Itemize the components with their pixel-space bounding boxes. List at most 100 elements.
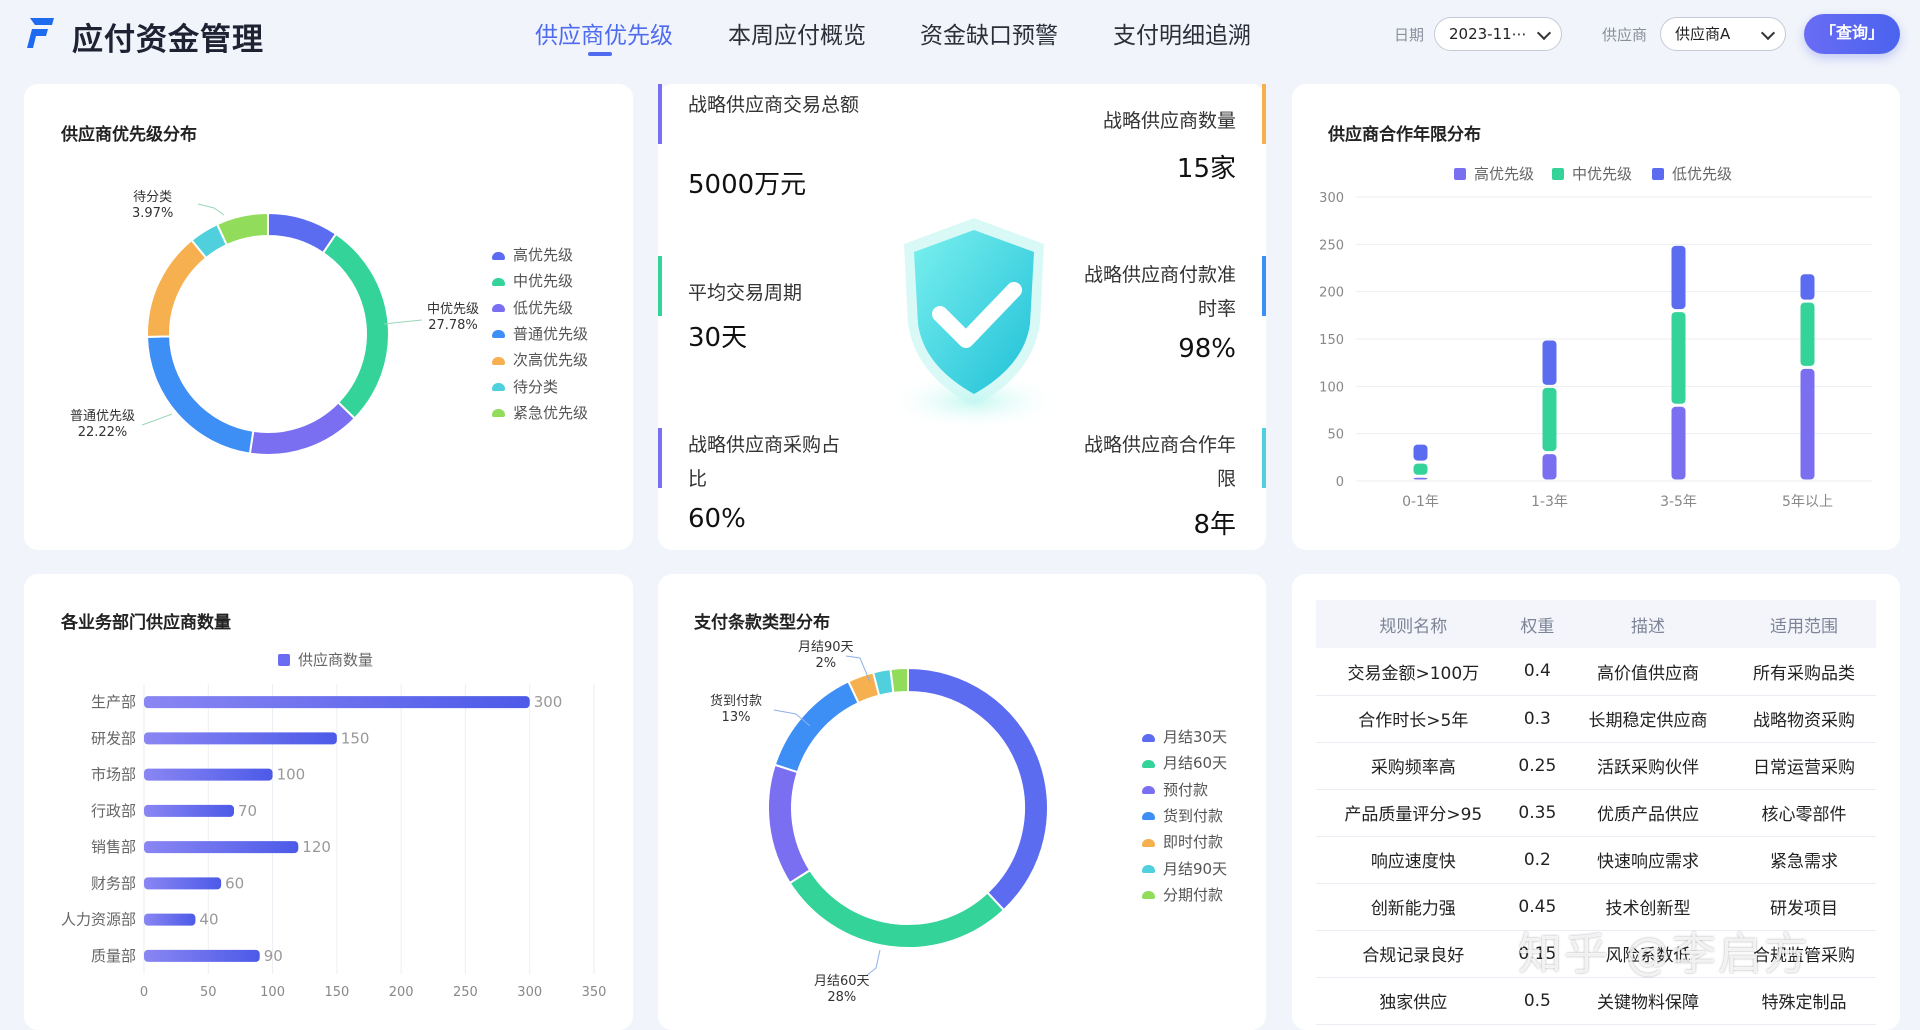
table-cell: 所有采购品类 bbox=[1732, 648, 1876, 696]
legend-item[interactable]: 月结60天 bbox=[1142, 752, 1227, 773]
bar-segment[interactable] bbox=[1800, 274, 1815, 300]
legend-swatch bbox=[1142, 865, 1155, 873]
table-row: 创新能力强 0.45 技术创新型 研发项目 bbox=[1316, 883, 1876, 931]
payment-terms-donut-chart bbox=[767, 655, 1049, 977]
bar[interactable] bbox=[144, 804, 234, 817]
slice-label-medium: 中优先级 27.78% bbox=[427, 302, 480, 333]
legend-item[interactable]: 分期付款 bbox=[1142, 884, 1223, 905]
legend-item[interactable]: 即时付款 bbox=[1142, 831, 1223, 852]
data-label: 120 bbox=[302, 838, 331, 856]
tab-funding-gap[interactable]: 资金缺口预警 bbox=[920, 16, 1058, 50]
y-tick-label: 150 bbox=[1319, 333, 1344, 348]
donut-slice[interactable] bbox=[907, 666, 1049, 912]
tab-payment-trace[interactable]: 支付明细追溯 bbox=[1113, 16, 1251, 50]
bar-segment[interactable] bbox=[1542, 454, 1557, 480]
bar-segment[interactable] bbox=[1671, 406, 1686, 480]
bar[interactable] bbox=[144, 949, 260, 962]
bar-segment[interactable] bbox=[1800, 302, 1815, 366]
donut-slice[interactable] bbox=[889, 666, 909, 695]
legend-item[interactable]: 月结30天 bbox=[1142, 726, 1227, 747]
date-select[interactable]: 2023-11⋯ bbox=[1434, 17, 1562, 51]
table-cell: 0.2 bbox=[1510, 836, 1565, 884]
tab-supplier-priority[interactable]: 供应商优先级 bbox=[535, 16, 673, 50]
legend-item[interactable]: 待分类 bbox=[492, 376, 558, 397]
table-cell: 0.25 bbox=[1510, 742, 1565, 790]
donut-slice[interactable] bbox=[773, 679, 860, 774]
legend-label: 中优先级 bbox=[513, 272, 574, 291]
legend-item[interactable]: 紧急优先级 bbox=[492, 402, 588, 423]
y-tick-label: 行政部 bbox=[91, 802, 136, 820]
bar-segment[interactable] bbox=[1413, 477, 1428, 480]
y-tick-label: 300 bbox=[1319, 191, 1344, 206]
bar-segment[interactable] bbox=[1542, 340, 1557, 385]
legend-item[interactable]: 低优先级 bbox=[492, 297, 573, 318]
y-tick-label: 销售部 bbox=[91, 838, 136, 856]
kpi-label-total: 战略供应商交易总额 bbox=[688, 94, 860, 116]
chevron-down-icon bbox=[1760, 25, 1776, 41]
donut-slice[interactable] bbox=[788, 868, 1006, 949]
table-cell: 战略物资采购 bbox=[1732, 695, 1876, 743]
kpi-label-count: 战略供应商数量 bbox=[1102, 110, 1236, 132]
bar[interactable] bbox=[144, 768, 273, 781]
table-cell: 快速响应需求 bbox=[1564, 836, 1732, 884]
app-logo-icon bbox=[27, 18, 54, 48]
dept-suppliers-card: 各业务部门供应商数量 0 50 100 150 200 250 300 350 生产部 300 研发… bbox=[24, 574, 633, 1030]
legend-swatch bbox=[492, 356, 505, 365]
legend-item[interactable]: 货到付款 bbox=[1142, 805, 1223, 826]
bar[interactable] bbox=[144, 913, 196, 926]
legend-label: 供应商数量 bbox=[298, 651, 373, 669]
bar[interactable] bbox=[144, 877, 222, 890]
bar-segment[interactable] bbox=[1671, 245, 1686, 310]
shield-check-icon bbox=[884, 218, 1064, 431]
bar[interactable] bbox=[144, 696, 530, 709]
table-row: 产品质量评分>95 0.35 优质产品供应 核心零部件 bbox=[1316, 789, 1876, 837]
tab-weekly-payables[interactable]: 本周应付概览 bbox=[728, 16, 866, 50]
slice-label-normal: 普通优先级 22.22% bbox=[70, 409, 136, 440]
bar-segment[interactable] bbox=[1542, 387, 1557, 452]
table-cell: 0.4 bbox=[1510, 648, 1565, 696]
priority-rules-table: 规则名称 权重 描述 适用范围 交易金额>100万 0.4 高价值供应商 所有采购品类… bbox=[1316, 600, 1876, 1025]
legend-item[interactable]: 高优先级 bbox=[492, 244, 573, 265]
legend-item[interactable]: 月结90天 bbox=[1142, 858, 1227, 879]
donut-slice[interactable] bbox=[215, 211, 269, 247]
table-cell: 活跃采购伙伴 bbox=[1564, 742, 1732, 790]
table-cell: 0.35 bbox=[1510, 789, 1565, 837]
donut-slice[interactable] bbox=[767, 763, 812, 885]
table-cell: 核心零部件 bbox=[1732, 789, 1876, 837]
legend-item[interactable]: 中优先级 bbox=[492, 270, 573, 291]
legend-swatch bbox=[492, 251, 505, 260]
y-tick-label: 人力资源部 bbox=[61, 911, 136, 929]
bar-segment[interactable] bbox=[1413, 444, 1428, 461]
bar-segment[interactable] bbox=[1671, 312, 1686, 404]
donut-slice[interactable] bbox=[321, 232, 390, 420]
column-header: 描述 bbox=[1564, 600, 1732, 648]
x-tick-label: 150 bbox=[324, 985, 349, 1000]
legend-swatch bbox=[1142, 891, 1155, 900]
table-cell: 0.5 bbox=[1510, 977, 1565, 1025]
bar[interactable] bbox=[144, 841, 299, 854]
legend-item[interactable]: 预付款 bbox=[1142, 779, 1208, 800]
donut-slice[interactable] bbox=[248, 400, 357, 456]
x-tick-label: 0 bbox=[140, 985, 148, 1000]
bar[interactable] bbox=[144, 732, 337, 745]
legend-item[interactable]: 普通优先级 bbox=[492, 323, 588, 344]
table-cell: 合作时长>5年 bbox=[1316, 695, 1511, 743]
legend-swatch bbox=[492, 383, 505, 391]
table-cell: 创新能力强 bbox=[1316, 883, 1511, 931]
donut-slice[interactable] bbox=[267, 211, 338, 255]
legend-label: 普通优先级 bbox=[513, 324, 589, 343]
bar-segment[interactable] bbox=[1800, 368, 1815, 480]
leader-line bbox=[197, 203, 225, 216]
legend-label: 低优先级 bbox=[513, 298, 574, 317]
legend-label: 月结90天 bbox=[1163, 859, 1228, 878]
legend-swatch bbox=[492, 330, 505, 339]
bar-segment[interactable] bbox=[1413, 463, 1428, 475]
donut-slice[interactable] bbox=[146, 238, 208, 338]
legend-item[interactable]: 次高优先级 bbox=[492, 349, 588, 370]
supplier-select[interactable]: 供应商A bbox=[1660, 17, 1786, 51]
query-button[interactable]: 「查询」 bbox=[1804, 14, 1900, 54]
coop-years-stacked-bar-chart: 0 50 100 150 200 250 300 0-1年 1-3年 3-5年 5年以上 高优先级 中优… bbox=[1319, 165, 1872, 510]
legend-label: 中优先级 bbox=[1572, 165, 1632, 183]
donut-slice[interactable] bbox=[146, 335, 255, 455]
table-cell: 日常运营采购 bbox=[1732, 742, 1876, 790]
